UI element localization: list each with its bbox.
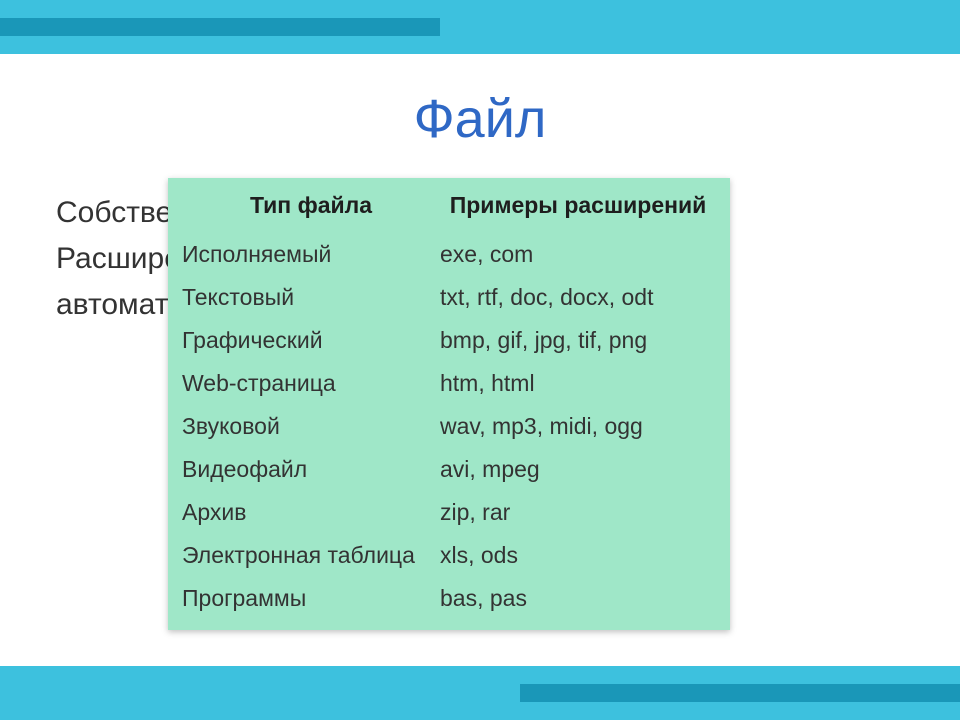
table-cell: txt, rtf, doc, docx, odt	[440, 280, 716, 315]
table-header-type: Тип файла	[182, 188, 440, 229]
table-cell: wav, mp3, midi, ogg	[440, 409, 716, 444]
slide-title: Файл	[0, 88, 960, 150]
table-cell: Программы	[182, 581, 440, 616]
table-cell: zip, rar	[440, 495, 716, 530]
table-cell: Графический	[182, 323, 440, 358]
table-header-ext: Примеры расширений	[440, 188, 716, 229]
table-cell: Звуковой	[182, 409, 440, 444]
extensions-table: Тип файла Примеры расширений Исполняемый…	[168, 178, 730, 630]
table-cell: bas, pas	[440, 581, 716, 616]
table-cell: bmp, gif, jpg, tif, png	[440, 323, 716, 358]
table-cell: Архив	[182, 495, 440, 530]
table-cell: Web-страница	[182, 366, 440, 401]
table-cell: htm, html	[440, 366, 716, 401]
table-cell: Исполняемый	[182, 237, 440, 272]
table-cell: exe, com	[440, 237, 716, 272]
table-cell: Текстовый	[182, 280, 440, 315]
table-cell: Видеофайл	[182, 452, 440, 487]
decorative-top-band	[0, 0, 960, 54]
table-cell: xls, ods	[440, 538, 716, 573]
table-cell: Электронная таблица	[182, 538, 440, 573]
table-cell: avi, mpeg	[440, 452, 716, 487]
decorative-bottom-band	[0, 666, 960, 720]
